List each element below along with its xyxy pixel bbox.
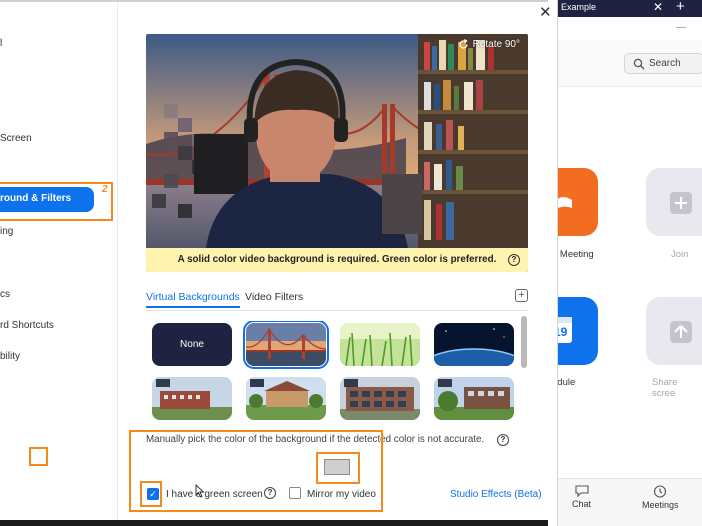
browser-tab-title[interactable]: Example	[561, 2, 596, 12]
background-filters-panel: ✕ Rotate 90° A solid color video backgro…	[0, 0, 558, 526]
join-label: Join	[671, 249, 689, 260]
settings-sidebar: l Screen round & Filters ing cs rd Short…	[0, 0, 118, 526]
scrollbar[interactable]	[521, 316, 527, 368]
top-edge	[0, 0, 548, 2]
sidebar-item-share-screen[interactable]: Screen	[0, 133, 32, 144]
preview-warning-banner: A solid color video background is requir…	[146, 248, 528, 272]
help-icon[interactable]: ?	[508, 254, 520, 266]
background-earth[interactable]	[434, 323, 514, 366]
plus-icon	[670, 192, 692, 214]
help-icon[interactable]: ?	[264, 487, 276, 499]
tab-close-icon[interactable]: ✕	[653, 0, 663, 14]
background-building-1[interactable]	[152, 377, 232, 420]
home-header: Search	[548, 40, 702, 87]
close-icon[interactable]: ✕	[539, 3, 552, 21]
sidebar-item-accessibility[interactable]: bility	[0, 351, 20, 362]
help-icon[interactable]: ?	[497, 434, 509, 446]
golden-gate-image	[246, 323, 326, 366]
taskbar-edge	[0, 520, 548, 526]
tab-virtual-backgrounds[interactable]: Virtual Backgrounds	[146, 291, 240, 308]
nav-chat[interactable]: Chat	[572, 485, 591, 509]
video-preview: Rotate 90° A solid color video backgroun…	[146, 34, 528, 272]
clock-icon	[654, 485, 667, 498]
share-screen-button[interactable]	[646, 297, 702, 365]
add-background-icon[interactable]: +	[515, 289, 528, 302]
building-image	[246, 377, 326, 420]
rotate-icon	[459, 39, 468, 49]
bottom-navigation: Chat Meetings	[548, 478, 702, 526]
chat-icon	[574, 485, 589, 498]
new-meeting-label: o Meeting	[552, 249, 594, 260]
background-grid: None	[152, 321, 522, 421]
background-tabs: Virtual Backgrounds Video Filters +	[146, 289, 528, 311]
annotation-number: 2	[102, 184, 108, 195]
sidebar-item-recording[interactable]: ing	[0, 226, 13, 237]
mouse-cursor-icon	[195, 484, 205, 498]
green-screen-label[interactable]: I have a green screen	[166, 489, 263, 500]
sidebar-item-keyboard-shortcuts[interactable]: rd Shortcuts	[0, 320, 54, 331]
annotation-square	[29, 447, 48, 466]
rotate-label: Rotate 90°	[472, 39, 520, 50]
minimize-icon[interactable]: —	[676, 22, 686, 33]
background-grass[interactable]	[340, 323, 420, 366]
background-none-label: None	[180, 339, 204, 350]
nav-chat-label: Chat	[572, 499, 592, 509]
mirror-video-label[interactable]: Mirror my video	[307, 489, 376, 500]
sidebar-item-general[interactable]: l	[0, 38, 2, 49]
tab-video-filters[interactable]: Video Filters	[245, 291, 303, 303]
nav-meetings-label: Meetings	[642, 500, 679, 510]
grass-image	[340, 323, 420, 366]
share-screen-label: Share scree	[652, 377, 678, 399]
browser-tab-bar: Example ✕ +	[548, 0, 702, 17]
share-arrow-icon	[670, 321, 692, 343]
search-placeholder: Search	[649, 58, 681, 69]
earth-image	[434, 323, 514, 366]
warning-text: A solid color video background is requir…	[177, 254, 497, 265]
background-building-3[interactable]	[340, 377, 420, 420]
background-building-4[interactable]	[434, 377, 514, 420]
background-building-2[interactable]	[246, 377, 326, 420]
nav-meetings[interactable]: Meetings	[642, 485, 679, 510]
mirror-video-checkbox[interactable]	[289, 487, 301, 499]
video-preview-image	[146, 34, 528, 272]
sidebar-item-statistics[interactable]: cs	[0, 289, 10, 300]
search-box[interactable]: Search	[624, 53, 702, 74]
building-image	[340, 377, 420, 420]
join-button[interactable]	[646, 168, 702, 236]
background-golden-gate[interactable]	[243, 321, 329, 369]
rotate-button[interactable]: Rotate 90°	[458, 39, 520, 50]
checkbox-highlight-box	[140, 481, 162, 507]
building-image	[152, 377, 232, 420]
background-none[interactable]: None	[152, 323, 232, 366]
building-image	[434, 377, 514, 420]
studio-effects-link[interactable]: Studio Effects (Beta)	[450, 489, 542, 500]
new-tab-icon[interactable]: +	[676, 0, 685, 15]
sidebar-highlight-box	[0, 182, 113, 221]
search-icon	[633, 58, 645, 70]
background-zoom-window: Example ✕ + — Search o Meeting Join 19 e…	[548, 0, 702, 526]
